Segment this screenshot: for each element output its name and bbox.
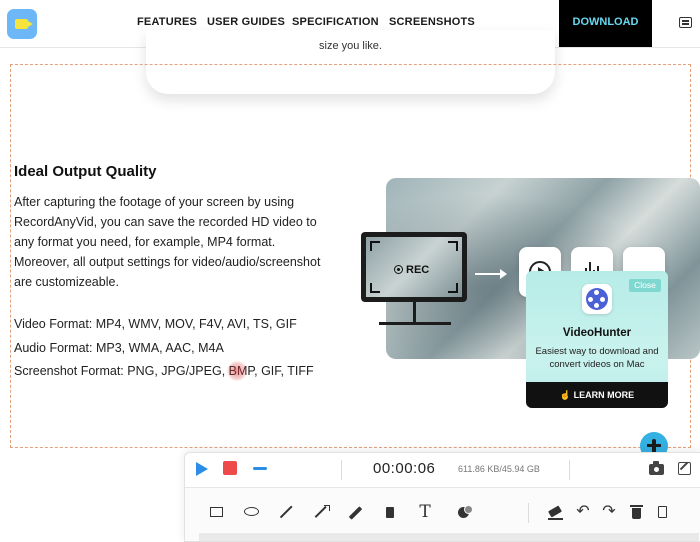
minimize-button[interactable] <box>253 467 267 470</box>
camera-icon <box>15 19 33 29</box>
eraser-icon[interactable] <box>547 503 565 521</box>
nav-screenshots[interactable]: SCREENSHOTS <box>389 16 475 28</box>
stop-button[interactable] <box>223 461 237 475</box>
record-icon <box>394 265 403 274</box>
app-logo[interactable] <box>7 9 37 39</box>
redo-icon[interactable]: ↷ <box>600 503 618 521</box>
learn-more-button[interactable]: ☝ LEARN MORE <box>526 382 668 408</box>
screenshot-camera-icon[interactable] <box>649 461 664 475</box>
download-button[interactable]: DOWNLOAD <box>559 0 652 47</box>
recorder-control-row: 00:00:06 611.86 KB/45.94 GB <box>185 453 700 488</box>
play-icon[interactable] <box>196 462 208 476</box>
ad-title: VideoHunter <box>562 327 632 339</box>
blur-tool-icon[interactable] <box>455 503 473 521</box>
undo-icon[interactable]: ↶ <box>574 503 592 521</box>
ad-close-button[interactable]: Close <box>629 279 661 292</box>
nav-features[interactable]: FEATURES <box>137 16 197 28</box>
arrow-right-icon <box>475 269 507 279</box>
section-body: After capturing the footage of your scre… <box>14 195 321 289</box>
edit-icon[interactable] <box>678 462 691 475</box>
audio-format-text: Audio Format: MP3, WMA, AAC, M4A <box>14 341 224 355</box>
exit-icon[interactable] <box>658 506 667 518</box>
recorder-toolbar: 00:00:06 611.86 KB/45.94 GB T ↶ ↷ <box>184 452 700 542</box>
recording-timer: 00:00:06 <box>373 460 436 477</box>
nav-specification[interactable]: SPECIFICATION <box>292 16 379 28</box>
menu-icon[interactable] <box>679 17 692 28</box>
nav-user-guides[interactable]: USER GUIDES <box>207 16 285 28</box>
ad-subtitle: Easiest way to download and convert vide… <box>535 346 659 370</box>
screenshot-format-text: Screenshot Format: PNG, JPG/JPEG, BMP, G… <box>14 364 314 378</box>
feature-card-text: size you like. <box>319 40 382 52</box>
annotation-tools: T ↶ ↷ <box>185 497 700 531</box>
section-heading: Ideal Output Quality <box>14 163 157 180</box>
pointer-hand-icon: ☝ <box>559 390 574 400</box>
line-tool-icon[interactable] <box>277 503 295 521</box>
pen-tool-icon[interactable] <box>346 503 364 521</box>
rectangle-tool-icon[interactable] <box>210 507 223 517</box>
trash-icon[interactable] <box>628 503 646 521</box>
ellipse-tool-icon[interactable] <box>244 507 259 516</box>
highlighter-tool-icon[interactable] <box>381 503 399 521</box>
file-size-readout: 611.86 KB/45.94 GB <box>458 464 540 474</box>
video-format-text: Video Format: MP4, WMV, MOV, F4V, AVI, T… <box>14 317 297 331</box>
monitor-icon: REC <box>361 232 467 302</box>
arrow-tool-icon[interactable] <box>312 503 330 521</box>
text-tool-icon[interactable]: T <box>416 503 434 521</box>
rec-label: REC <box>394 264 429 276</box>
cursor-click-indicator <box>227 361 247 381</box>
videohunter-logo-icon <box>582 284 612 314</box>
